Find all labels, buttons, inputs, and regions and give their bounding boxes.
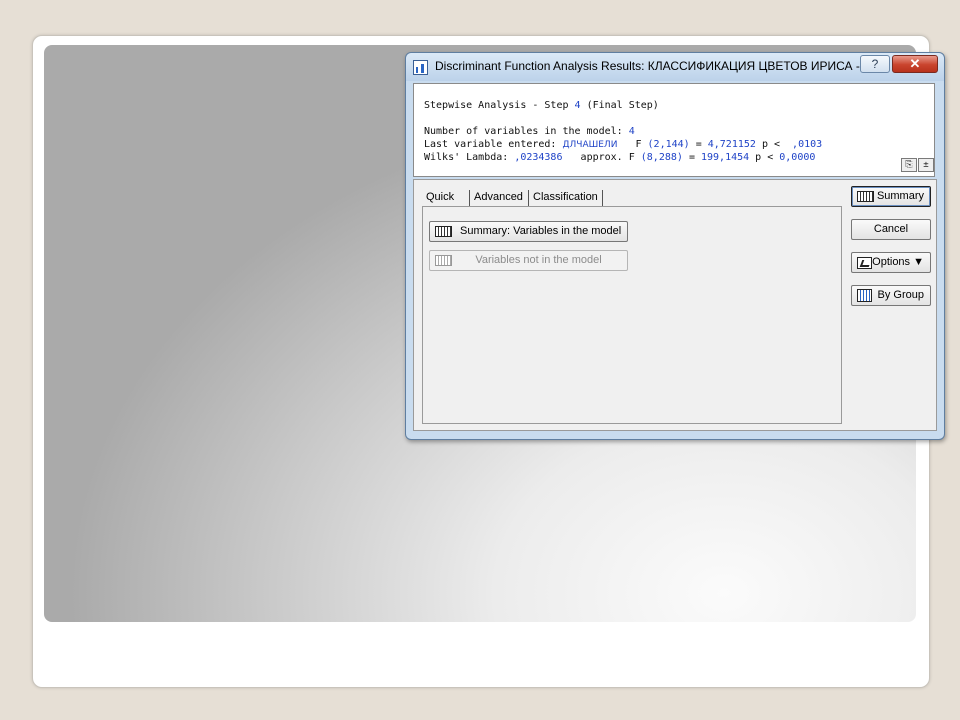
- summary-variables-in-model-button[interactable]: Summary: Variables in the model: [429, 221, 628, 242]
- wilks-lambda-line: Wilks' Lambda: ,0234386 approx. F (8,288…: [424, 152, 816, 163]
- expand-icon[interactable]: ±: [918, 158, 934, 172]
- dialog-content: Quick Advanced Classification Summary: V…: [413, 179, 937, 431]
- variables-count-line: Number of variables in the model: 4: [424, 126, 635, 137]
- tab-quick[interactable]: Quick: [422, 188, 458, 206]
- title-bar[interactable]: Discriminant Function Analysis Results: …: [406, 53, 944, 81]
- results-summary-panel: Stepwise Analysis - Step 4 (Final Step) …: [413, 83, 935, 177]
- window-title: Discriminant Function Analysis Results: …: [435, 59, 874, 73]
- quick-tab-panel: Summary: Variables in the model Variable…: [422, 206, 842, 424]
- spreadsheet-icon: [435, 226, 452, 237]
- tab-classification[interactable]: Classification: [529, 188, 602, 206]
- help-button[interactable]: ?: [860, 55, 890, 73]
- summary-button[interactable]: Summary: [851, 186, 931, 207]
- copy-icon[interactable]: ⎘: [901, 158, 917, 172]
- step-line: Stepwise Analysis - Step 4 (Final Step): [424, 100, 659, 111]
- variables-not-in-model-button[interactable]: Variables not in the model: [429, 250, 628, 271]
- options-button[interactable]: Options ▼: [851, 252, 931, 273]
- cancel-button[interactable]: Cancel: [851, 219, 931, 240]
- by-group-button[interactable]: By Group: [851, 285, 931, 306]
- tab-divider: [602, 190, 603, 206]
- spreadsheet-icon: [857, 191, 874, 202]
- last-variable-line: Last variable entered: ДЛЧАШЕЛИ F (2,144…: [424, 139, 823, 150]
- results-dialog: Discriminant Function Analysis Results: …: [405, 52, 945, 440]
- by-group-icon: [857, 289, 872, 302]
- options-icon: [857, 257, 872, 269]
- app-icon: [413, 60, 428, 75]
- close-button[interactable]: ✕: [892, 55, 938, 73]
- tab-advanced[interactable]: Advanced: [470, 188, 527, 206]
